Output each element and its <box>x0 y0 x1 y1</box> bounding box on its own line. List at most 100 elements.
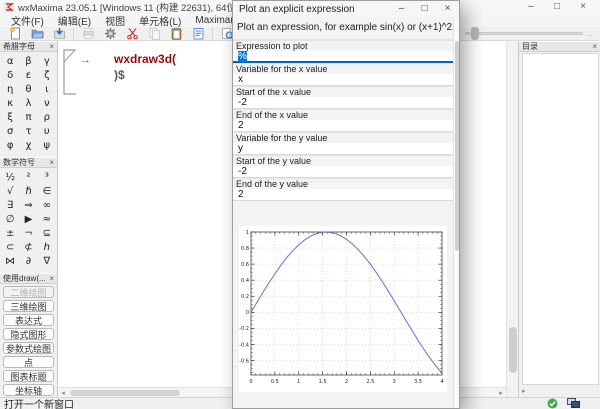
math-symbol-button[interactable]: ∞ <box>38 198 56 212</box>
math-symbol-button[interactable]: ± <box>1 226 19 240</box>
cell-bracket[interactable] <box>63 49 77 95</box>
save-icon[interactable] <box>48 27 70 40</box>
field-value: y <box>238 143 243 154</box>
field-input[interactable]: % <box>233 51 455 63</box>
draw-command-button[interactable]: 图表标题 <box>3 370 54 382</box>
scrollbar-thumb[interactable] <box>70 390 180 396</box>
scrollbar-thumb[interactable] <box>509 327 517 373</box>
menu-item[interactable]: 编辑(E) <box>51 13 98 28</box>
greek-letter-button[interactable]: σ <box>1 124 19 138</box>
greek-letter-button[interactable]: π <box>19 110 37 124</box>
greek-letter-button[interactable]: κ <box>1 96 19 110</box>
animation-slider[interactable] <box>465 27 583 40</box>
greek-letter-button[interactable]: γ <box>38 54 56 68</box>
greek-letter-button[interactable]: θ <box>19 82 37 96</box>
greek-letter-button[interactable]: υ <box>38 124 56 138</box>
new-document-icon[interactable] <box>4 27 26 40</box>
scroll-right-icon[interactable]: ▸ <box>496 389 506 397</box>
dialog-field: Start of the x value -2 <box>233 86 455 109</box>
code-line-1[interactable]: wxdraw3d( <box>114 52 176 66</box>
minimize-button[interactable]: – <box>390 1 413 17</box>
toc-content[interactable] <box>522 53 599 385</box>
math-symbol-button[interactable]: ³ <box>38 170 56 184</box>
menu-item[interactable]: 文件(F) <box>4 13 51 28</box>
greek-panel-header: 希腊字母 × <box>0 41 57 52</box>
slider-handle[interactable] <box>471 27 479 40</box>
greek-letter-button[interactable]: ψ <box>38 138 56 152</box>
math-symbol-button[interactable]: ⊂ <box>1 240 19 254</box>
close-icon[interactable]: × <box>49 158 54 167</box>
maximize-button[interactable]: □ <box>544 0 570 14</box>
greek-letter-button[interactable]: η <box>1 82 19 96</box>
dialog-scrollbar[interactable] <box>453 17 459 408</box>
math-symbol-button[interactable]: ∅ <box>1 212 19 226</box>
code-line-2[interactable]: )$ <box>114 68 125 82</box>
greek-letter-button[interactable]: δ <box>1 68 19 82</box>
math-symbol-button[interactable]: ⊄ <box>19 240 37 254</box>
math-symbol-button[interactable]: ¬ <box>19 226 37 240</box>
open-file-icon[interactable] <box>26 27 48 40</box>
svg-text:3.5: 3.5 <box>414 379 422 385</box>
greek-letter-button[interactable]: ι <box>38 82 56 96</box>
draw-command-button[interactable]: 二维绘图 <box>3 286 54 298</box>
text-style-icon[interactable] <box>187 27 209 40</box>
greek-letter-button[interactable]: α <box>1 54 19 68</box>
math-symbol-grid: ½²³ √ℏ∈ ∃⇒∞ ∅▶≈ ±¬⊆ ⊂⊄ℎ ⋈∂∇ <box>0 168 57 270</box>
math-symbol-button[interactable]: ⊆ <box>38 226 56 240</box>
draw-command-button[interactable]: 三维绘图 <box>3 300 54 312</box>
copy-icon[interactable] <box>143 27 165 40</box>
math-symbol-button[interactable]: ⇒ <box>19 198 37 212</box>
menu-item[interactable]: 单元格(L) <box>132 13 188 28</box>
math-symbol-button[interactable]: ▶ <box>19 212 37 226</box>
math-symbol-button[interactable]: ⋈ <box>1 254 19 268</box>
toolbar-overflow-icon[interactable]: ‥ <box>587 29 592 38</box>
paste-clipboard-icon[interactable] <box>165 27 187 40</box>
scrollbar-thumb[interactable] <box>455 41 459 251</box>
draw-command-button[interactable]: 表达式 <box>3 314 54 326</box>
greek-letter-button[interactable]: ζ <box>38 68 56 82</box>
greek-letter-button[interactable]: τ <box>19 124 37 138</box>
close-icon[interactable]: × <box>592 42 597 51</box>
scroll-right-icon[interactable]: ▸ <box>522 387 526 395</box>
math-symbol-button[interactable]: ² <box>19 170 37 184</box>
field-input[interactable]: 2 <box>233 189 455 201</box>
math-symbol-button[interactable]: ℏ <box>19 184 37 198</box>
math-symbol-button[interactable]: √ <box>1 184 19 198</box>
math-symbol-button[interactable]: ℎ <box>38 240 56 254</box>
greek-letter-button[interactable]: β <box>19 54 37 68</box>
math-symbol-button[interactable]: ∂ <box>19 254 37 268</box>
close-button[interactable]: × <box>570 0 596 14</box>
print-icon[interactable] <box>77 27 99 40</box>
greek-letter-button[interactable]: ε <box>19 68 37 82</box>
draw-command-button[interactable]: 参数式绘图 <box>3 342 54 354</box>
math-symbol-button[interactable]: ½ <box>1 170 19 184</box>
vertical-scrollbar[interactable] <box>506 41 518 397</box>
math-symbol-button[interactable]: ∇ <box>38 254 56 268</box>
close-icon[interactable]: × <box>49 274 54 283</box>
draw-command-button[interactable]: 点 <box>3 356 54 368</box>
field-input[interactable]: y <box>233 143 455 155</box>
close-icon[interactable]: × <box>49 42 54 51</box>
cut-scissors-icon[interactable] <box>121 27 143 40</box>
minimize-button[interactable]: – <box>518 0 544 14</box>
math-symbol-button[interactable]: ∈ <box>38 184 56 198</box>
greek-letter-button[interactable]: ρ <box>38 110 56 124</box>
field-input[interactable]: 2 <box>233 120 455 132</box>
field-input[interactable]: -2 <box>233 97 455 109</box>
draw-command-button[interactable]: 坐标轴 <box>3 384 54 396</box>
draw-command-button[interactable]: 隐式图形 <box>3 328 54 340</box>
toolbar-separator <box>212 28 213 39</box>
greek-letter-button[interactable]: ξ <box>1 110 19 124</box>
greek-letter-button[interactable]: ν <box>38 96 56 110</box>
close-button[interactable]: × <box>436 1 459 17</box>
field-input[interactable]: x <box>233 74 455 86</box>
greek-letter-button[interactable]: χ <box>19 138 37 152</box>
preferences-gear-icon[interactable] <box>99 27 121 40</box>
greek-letter-button[interactable]: φ <box>1 138 19 152</box>
field-input[interactable]: -2 <box>233 166 455 178</box>
math-symbol-button[interactable]: ∃ <box>1 198 19 212</box>
menu-item[interactable]: 视图 <box>98 13 132 28</box>
math-symbol-button[interactable]: ≈ <box>38 212 56 226</box>
maximize-button[interactable]: □ <box>413 1 436 17</box>
greek-letter-button[interactable]: λ <box>19 96 37 110</box>
